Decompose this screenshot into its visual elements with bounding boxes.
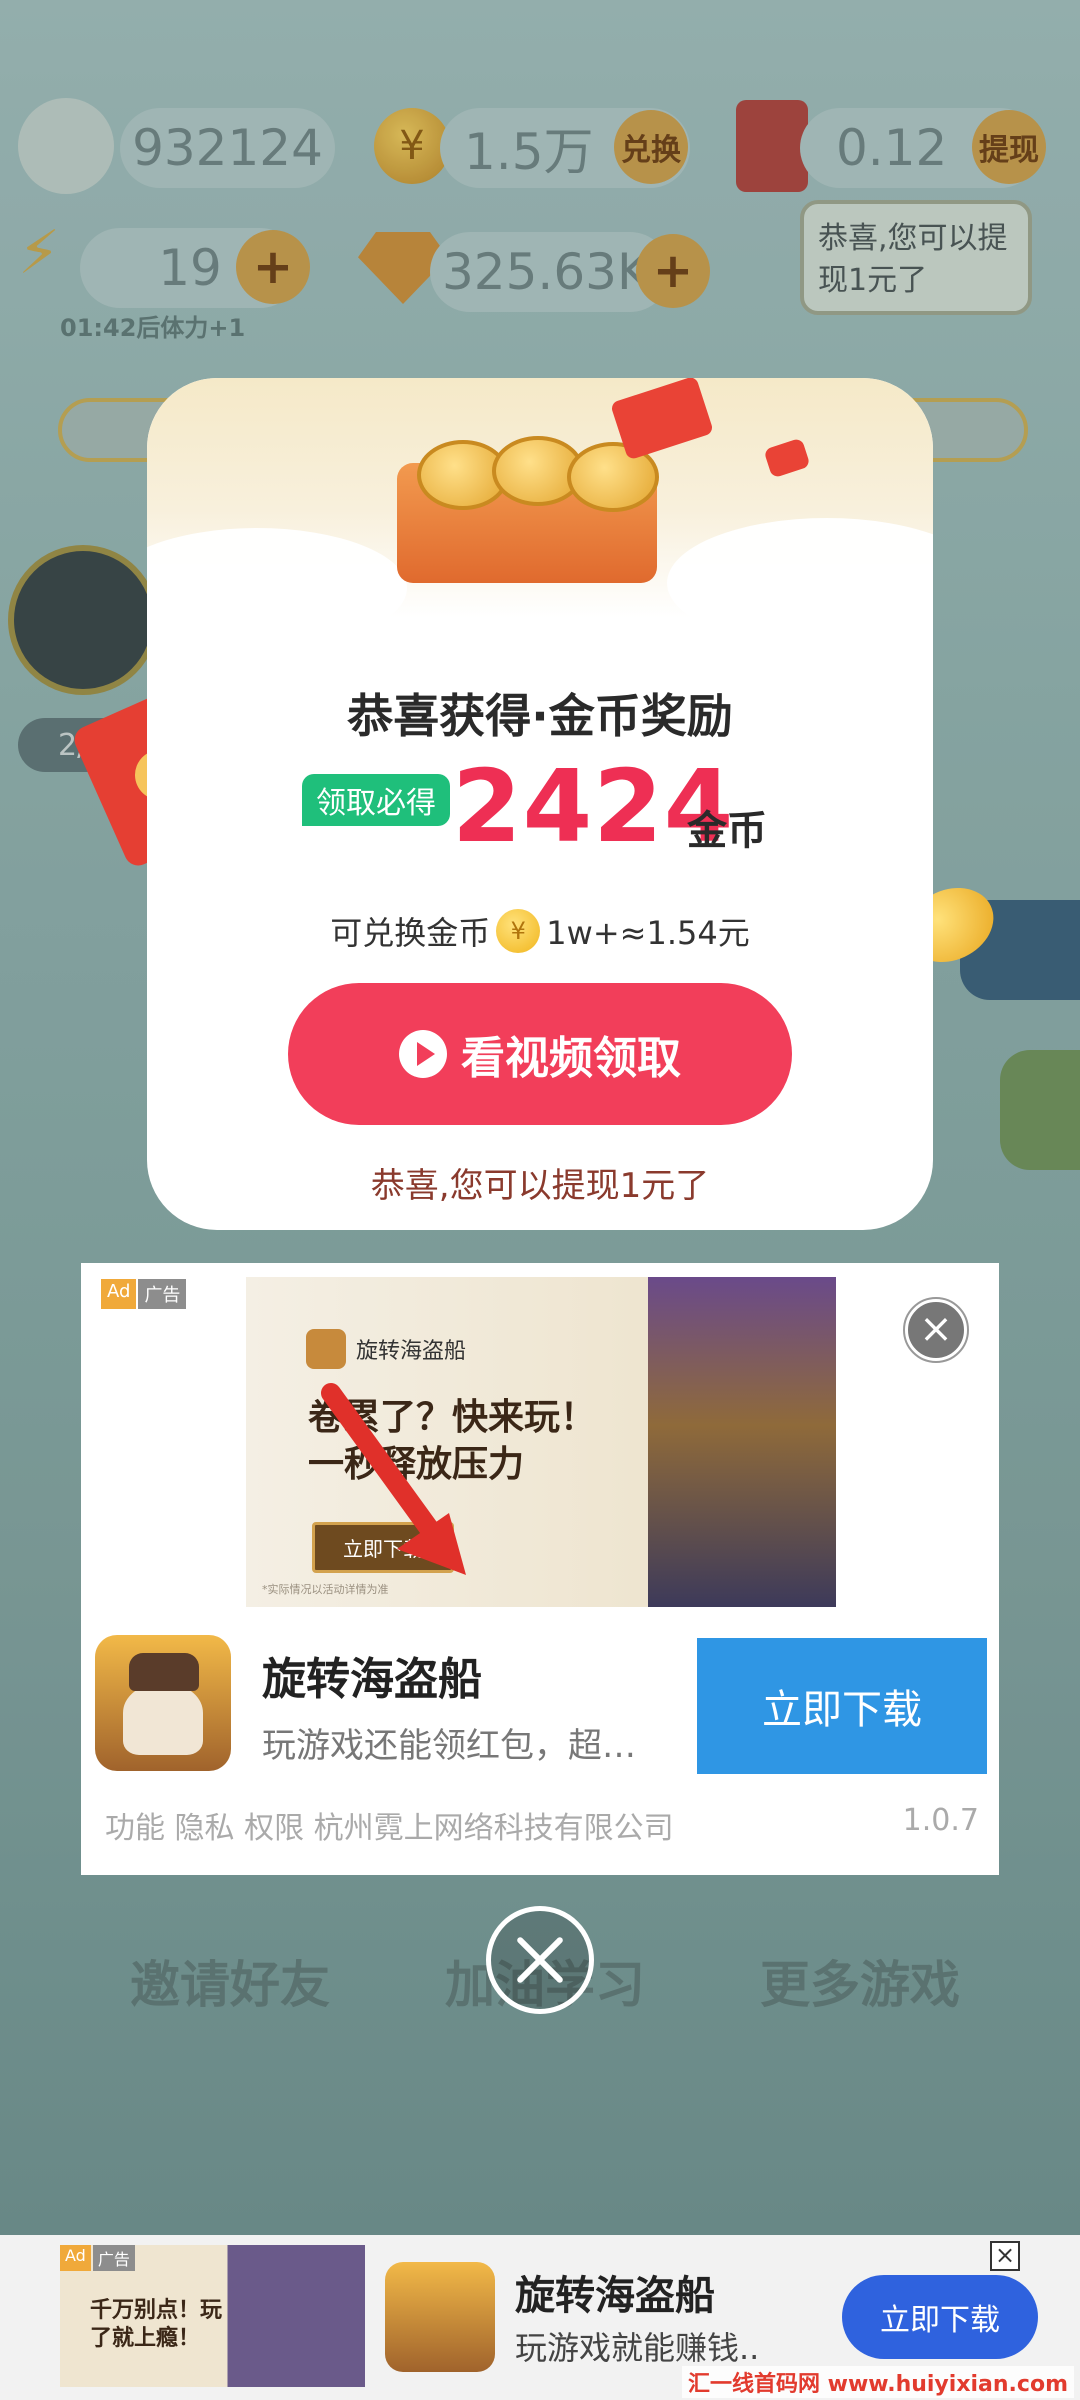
ad-app-name[interactable]: 旋转海盗船	[262, 1643, 482, 1707]
bottom-banner-ad[interactable]: Ad 广告 千万别点！玩了就上瘾！ 旋转海盗船 玩游戏就能赚钱.. 立即下载 ×…	[0, 2235, 1080, 2400]
watch-video-button[interactable]: 看视频领取	[288, 983, 792, 1125]
bottom-ad-slogan: 千万别点！玩了就上瘾！	[90, 2298, 223, 2351]
bottom-ad-label: Ad 广告	[60, 2245, 135, 2271]
exchange-suffix: 1w+≈1.54元	[546, 914, 750, 952]
play-icon	[399, 1030, 447, 1078]
reward-unit: 金币	[687, 808, 767, 854]
exchange-info: 可兑换金币 ¥ 1w+≈1.54元	[147, 908, 933, 954]
ad-description: 玩游戏还能领红包，超…	[262, 1726, 636, 1766]
watermark: 汇一线首码网 www.huiyixian.com	[681, 2366, 1074, 2398]
close-icon[interactable]	[486, 1906, 594, 2014]
bottom-ad-description: 玩游戏就能赚钱..	[515, 2329, 760, 2367]
bottom-ad-app-name[interactable]: 旋转海盗船	[515, 2263, 715, 2321]
ad-app-icon[interactable]	[95, 1635, 231, 1771]
ad-download-button[interactable]: 立即下载	[697, 1638, 987, 1774]
withdraw-notice: 恭喜,您可以提现1元了	[370, 1166, 710, 1206]
ad-meta-links[interactable]: 功能 隐私 权限 杭州霓上网络科技有限公司	[105, 1803, 674, 1847]
bottom-ad-app-icon[interactable]	[385, 2262, 495, 2372]
bottom-ad-tag: Ad	[60, 2245, 91, 2271]
reward-illustration	[147, 378, 933, 648]
ad-card[interactable]: Ad 广告 旋转海盗船 卷累了？快来玩！ 一秒释放压力 立即下载 *实际情况以活…	[81, 1263, 999, 1875]
ad-close-icon[interactable]: ×	[903, 1297, 969, 1363]
bottom-ad-close-icon[interactable]: ×	[990, 2241, 1020, 2271]
reward-modal: 恭喜获得·金币奖励 领取必得 2424 金币 可兑换金币 ¥ 1w+≈1.54元…	[147, 378, 933, 1230]
coin-icon: ¥	[496, 909, 541, 953]
guaranteed-badge: 领取必得	[302, 774, 450, 826]
reward-title: 恭喜获得·金币奖励	[347, 689, 733, 743]
bottom-ad-download-button[interactable]: 立即下载	[842, 2275, 1038, 2359]
exchange-prefix: 可兑换金币	[330, 914, 491, 952]
ad-version: 1.0.7	[902, 1803, 979, 1838]
watch-video-label: 看视频领取	[461, 1033, 681, 1084]
red-arrow-icon	[321, 1383, 466, 1575]
bottom-ad-tag-label: 广告	[92, 2245, 135, 2271]
